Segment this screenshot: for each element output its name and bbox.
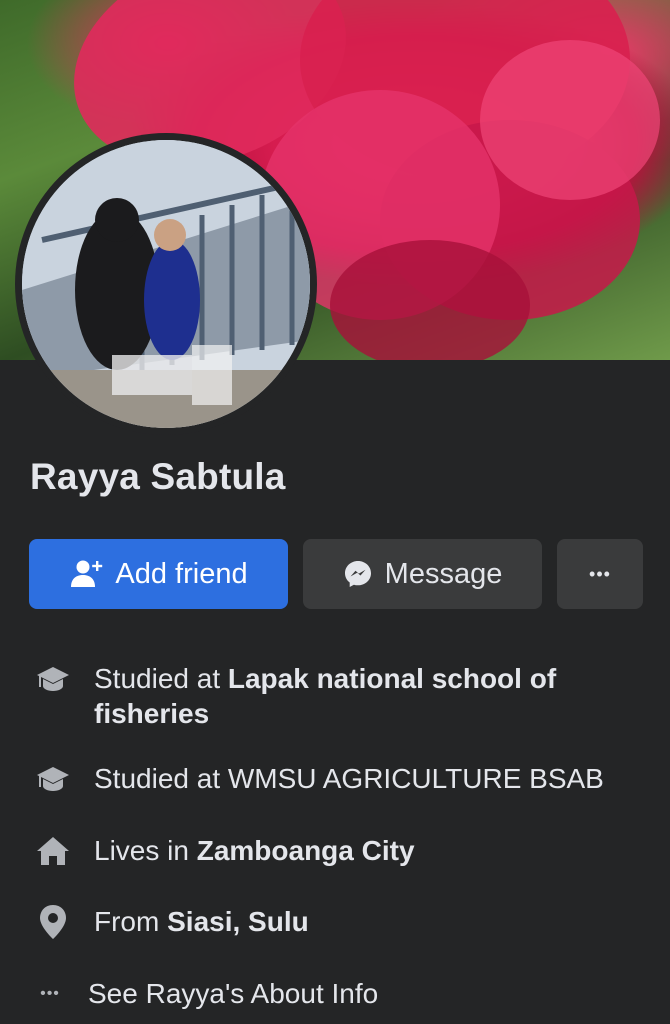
intro-from: From Siasi, Sulu: [0, 904, 634, 940]
intro-prefix: Lives in: [94, 835, 197, 866]
messenger-icon: [344, 561, 371, 587]
message-button[interactable]: Message: [303, 539, 542, 609]
message-label: Message: [384, 557, 503, 590]
add-friend-icon: [71, 560, 103, 587]
location-pin-icon: [40, 905, 66, 939]
school-link[interactable]: WMSU AGRICULTURE BSAB: [228, 763, 604, 794]
intro-lives-in: Lives in Zamboanga City: [0, 833, 634, 868]
profile-avatar[interactable]: [22, 140, 310, 428]
more-dots-icon: •••: [40, 985, 60, 1002]
add-friend-button[interactable]: Add friend: [29, 539, 288, 609]
graduation-cap-icon: [37, 767, 69, 791]
graduation-cap-icon: [37, 667, 69, 691]
hometown-link[interactable]: Siasi, Sulu: [167, 906, 309, 937]
intro-prefix: Studied at: [94, 763, 228, 794]
add-friend-label: Add friend: [115, 557, 248, 590]
city-link[interactable]: Zamboanga City: [197, 835, 415, 866]
see-about-label: See Rayya's About Info: [88, 978, 379, 1009]
profile-name: Rayya Sabtula: [30, 456, 286, 497]
intro-education-1: Studied at Lapak national school of fish…: [0, 661, 634, 731]
avatar-photo: [22, 140, 310, 428]
intro-education-2: Studied at WMSU AGRICULTURE BSAB: [0, 761, 634, 796]
home-icon: [37, 837, 69, 865]
intro-prefix: Studied at: [94, 663, 228, 694]
intro-prefix: From: [94, 906, 168, 937]
more-options-button[interactable]: •••: [557, 539, 643, 609]
more-icon: •••: [589, 563, 611, 584]
see-about-info-link[interactable]: ••• See Rayya's About Info: [0, 976, 628, 1011]
